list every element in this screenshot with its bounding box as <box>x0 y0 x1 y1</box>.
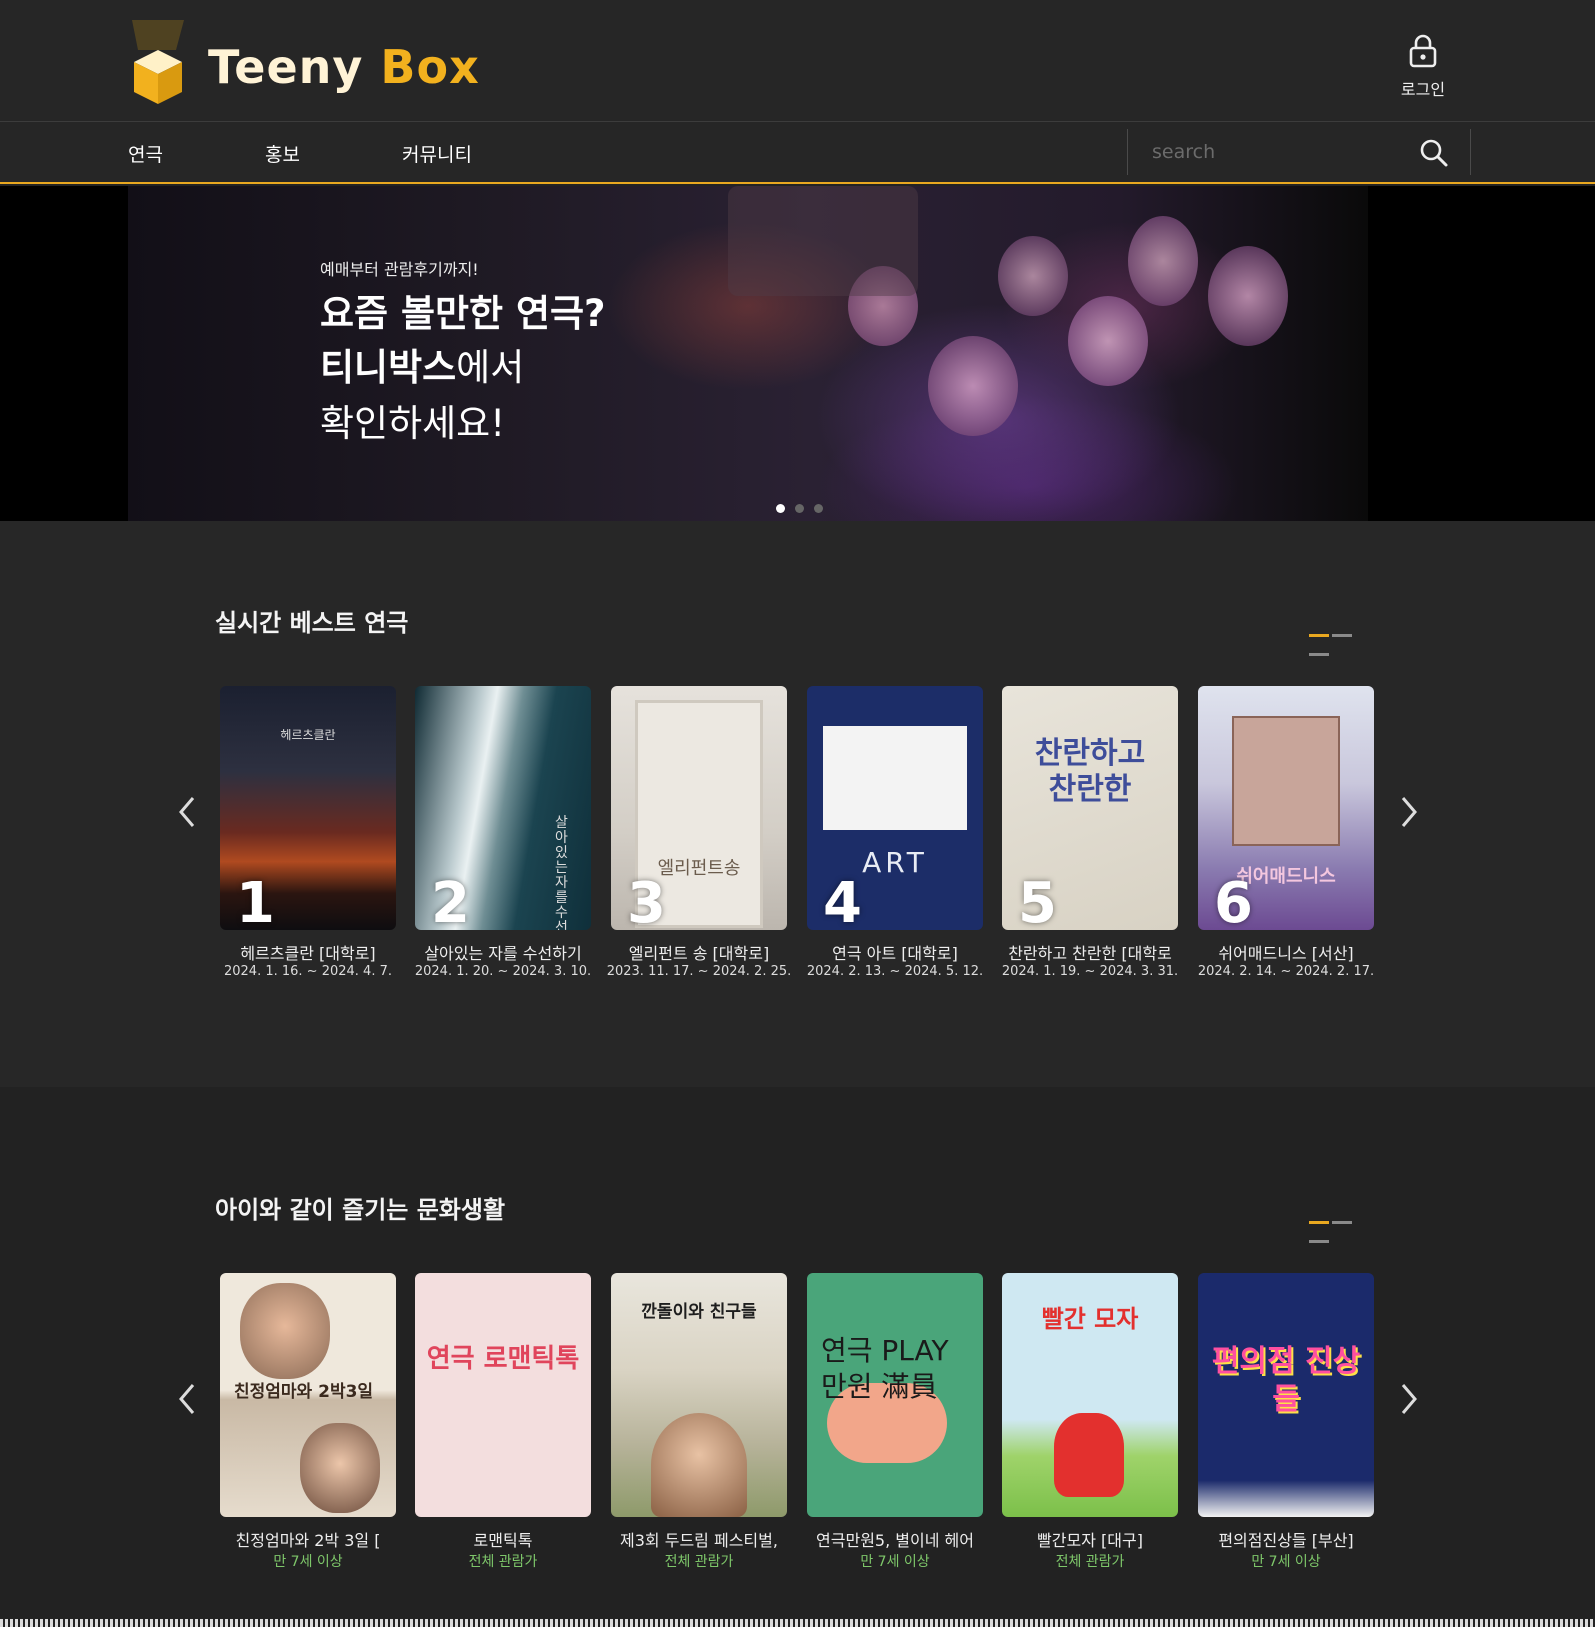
top-header: Teeny Box 로그인 <box>0 0 1595 122</box>
poster-image: ART 4 <box>807 686 983 930</box>
kids-pager <box>1309 1221 1377 1243</box>
hero-headline-2: 티니박스에서 <box>320 340 606 396</box>
best-section-title: 실시간 베스트 연극 <box>215 609 409 637</box>
pager-dash-3[interactable] <box>1309 1240 1329 1243</box>
play-date: 2024. 2. 14. ~ 2024. 2. 17. <box>1197 964 1375 979</box>
poster-image: 연극 로맨틱톡 <box>415 1273 591 1517</box>
play-title: 헤르츠클란 [대학로] <box>240 944 376 963</box>
poster-image: 쉬어매드니스 6 <box>1198 686 1374 930</box>
search-box <box>1127 129 1471 175</box>
logo-wordmark: Teeny Box <box>208 40 480 94</box>
hero-brand: 티니박스 <box>320 346 457 389</box>
best-pager <box>1309 634 1377 656</box>
rank-number: 6 <box>1214 871 1253 931</box>
play-date: 2024. 1. 19. ~ 2024. 3. 31. <box>1001 964 1179 979</box>
poster-image: 빨간 모자 <box>1002 1273 1178 1517</box>
play-title: 친정엄마와 2박 3일 [ <box>235 1531 381 1550</box>
nav-item-promotion[interactable]: 홍보 <box>265 140 300 167</box>
logo-word-teeny: Teeny <box>208 40 364 94</box>
play-title: 살아있는 자를 수선하기 <box>424 944 582 963</box>
age-rating: 전체 관람가 <box>468 1554 538 1570</box>
hero-headline-3: 확인하세요! <box>320 402 506 445</box>
age-rating: 만 7세 이상 <box>1251 1554 1321 1570</box>
play-title: 쉬어매드니스 [서산] <box>1218 944 1354 963</box>
poster-title-text: 깐돌이와 친구들 <box>641 1302 757 1322</box>
search-icon[interactable] <box>1418 137 1450 169</box>
carousel-dot-1[interactable] <box>776 504 785 513</box>
best-section: 실시간 베스트 연극 헤르츠클란 1 헤르츠클란 [대학로] 2024. 1. … <box>0 521 1595 1087</box>
age-rating: 만 7세 이상 <box>273 1554 343 1570</box>
play-date: 2023. 11. 17. ~ 2024. 2. 25. <box>606 964 792 979</box>
poster-image: 엘리펀트송 3 <box>611 686 787 930</box>
age-rating: 만 7세 이상 <box>860 1554 930 1570</box>
poster-image: 깐돌이와 친구들 <box>611 1273 787 1517</box>
box-logo-icon <box>132 20 184 104</box>
play-date: 2024. 2. 13. ~ 2024. 5. 12. <box>806 964 984 979</box>
rank-number: 2 <box>431 871 470 931</box>
carousel-dots <box>776 498 833 517</box>
play-date: 2024. 1. 16. ~ 2024. 4. 7. <box>223 964 392 979</box>
play-title: 연극 아트 [대학로] <box>832 944 958 963</box>
nav-item-community[interactable]: 커뮤니티 <box>402 140 472 167</box>
teeny-box-logo[interactable]: Teeny Box <box>126 20 496 106</box>
poster-image: 살아있는 자를 수선하기 2 <box>415 686 591 930</box>
pager-dash-3[interactable] <box>1309 653 1329 656</box>
play-date: 2024. 1. 20. ~ 2024. 3. 10. <box>414 964 592 979</box>
hero-text: 예매부터 관람후기까지! 요즘 볼만한 연극? 티니박스에서 확인하세요! <box>320 256 606 452</box>
best-prev-arrow[interactable] <box>175 792 199 832</box>
poster-title-text: 찬란하고 찬란한 <box>1034 736 1146 807</box>
lock-icon <box>1409 34 1437 68</box>
kids-section-title: 아이와 같이 즐기는 문화생활 <box>215 1196 506 1224</box>
play-title: 엘리펀트 송 [대학로] <box>628 944 770 963</box>
hero-headline-1: 요즘 볼만한 연극? <box>320 292 606 335</box>
main-nav: 연극 홍보 커뮤니티 <box>0 122 1595 184</box>
poster-title-text: 빨간 모자 <box>1041 1305 1139 1333</box>
hero-image <box>128 186 1368 521</box>
play-title: 빨간모자 [대구] <box>1037 1531 1143 1550</box>
play-title: 찬란하고 찬란한 [대학로 <box>1008 944 1172 963</box>
login-button[interactable]: 로그인 <box>1390 34 1456 100</box>
poster-title-text: 헤르츠클란 <box>280 728 336 742</box>
poster-title-text: 연극 로맨틱톡 <box>426 1344 580 1374</box>
poster-image: 편의점 진상들 <box>1198 1273 1374 1517</box>
poster-title-text: 살아있는 자를 수선하기 <box>555 815 568 931</box>
poster-title-text: 연극 PLAY 만원 滿員 <box>821 1334 949 1403</box>
hero-banner[interactable]: 예매부터 관람후기까지! 요즘 볼만한 연극? 티니박스에서 확인하세요! <box>0 186 1595 521</box>
logo-word-box: Box <box>380 40 480 94</box>
pager-dash-1[interactable] <box>1309 1221 1329 1224</box>
poster-title-text: 친정엄마와 2박3일 <box>234 1382 374 1402</box>
play-title: 편의점진상들 [부산] <box>1218 1531 1354 1550</box>
search-input[interactable] <box>1152 137 1402 167</box>
pager-dash-2[interactable] <box>1332 1221 1352 1224</box>
rank-number: 3 <box>627 871 666 931</box>
age-rating: 전체 관람가 <box>664 1554 734 1570</box>
hero-headline-2-rest: 에서 <box>456 346 525 389</box>
play-title: 제3회 두드림 페스티벌, <box>620 1531 778 1550</box>
play-title: 연극만원5, 별이네 헤어 <box>816 1531 974 1550</box>
pager-dash-1[interactable] <box>1309 634 1329 637</box>
kids-next-arrow[interactable] <box>1397 1379 1421 1419</box>
bottom-divider <box>0 1619 1595 1627</box>
poster-image: 헤르츠클란 1 <box>220 686 396 930</box>
nav-item-theater[interactable]: 연극 <box>128 140 163 167</box>
login-label: 로그인 <box>1400 80 1446 99</box>
rank-number: 1 <box>236 871 275 931</box>
kids-prev-arrow[interactable] <box>175 1379 199 1419</box>
poster-image: 친정엄마와 2박3일 <box>220 1273 396 1517</box>
age-rating: 전체 관람가 <box>1055 1554 1125 1570</box>
play-title: 로맨틱톡 <box>473 1531 533 1550</box>
rank-number: 4 <box>823 871 862 931</box>
kids-section: 아이와 같이 즐기는 문화생활 친정엄마와 2박3일 친정엄마와 2박 3일 [… <box>0 1087 1595 1627</box>
hero-subtitle: 예매부터 관람후기까지! <box>320 260 479 279</box>
poster-title-text: 편의점 진상들 <box>1211 1344 1361 1417</box>
carousel-dot-3[interactable] <box>814 504 823 513</box>
best-next-arrow[interactable] <box>1397 792 1421 832</box>
poster-image: 찬란하고 찬란한 5 <box>1002 686 1178 930</box>
pager-dash-2[interactable] <box>1332 634 1352 637</box>
rank-number: 5 <box>1018 871 1057 931</box>
carousel-dot-2[interactable] <box>795 504 804 513</box>
poster-image: 연극 PLAY 만원 滿員 <box>807 1273 983 1517</box>
